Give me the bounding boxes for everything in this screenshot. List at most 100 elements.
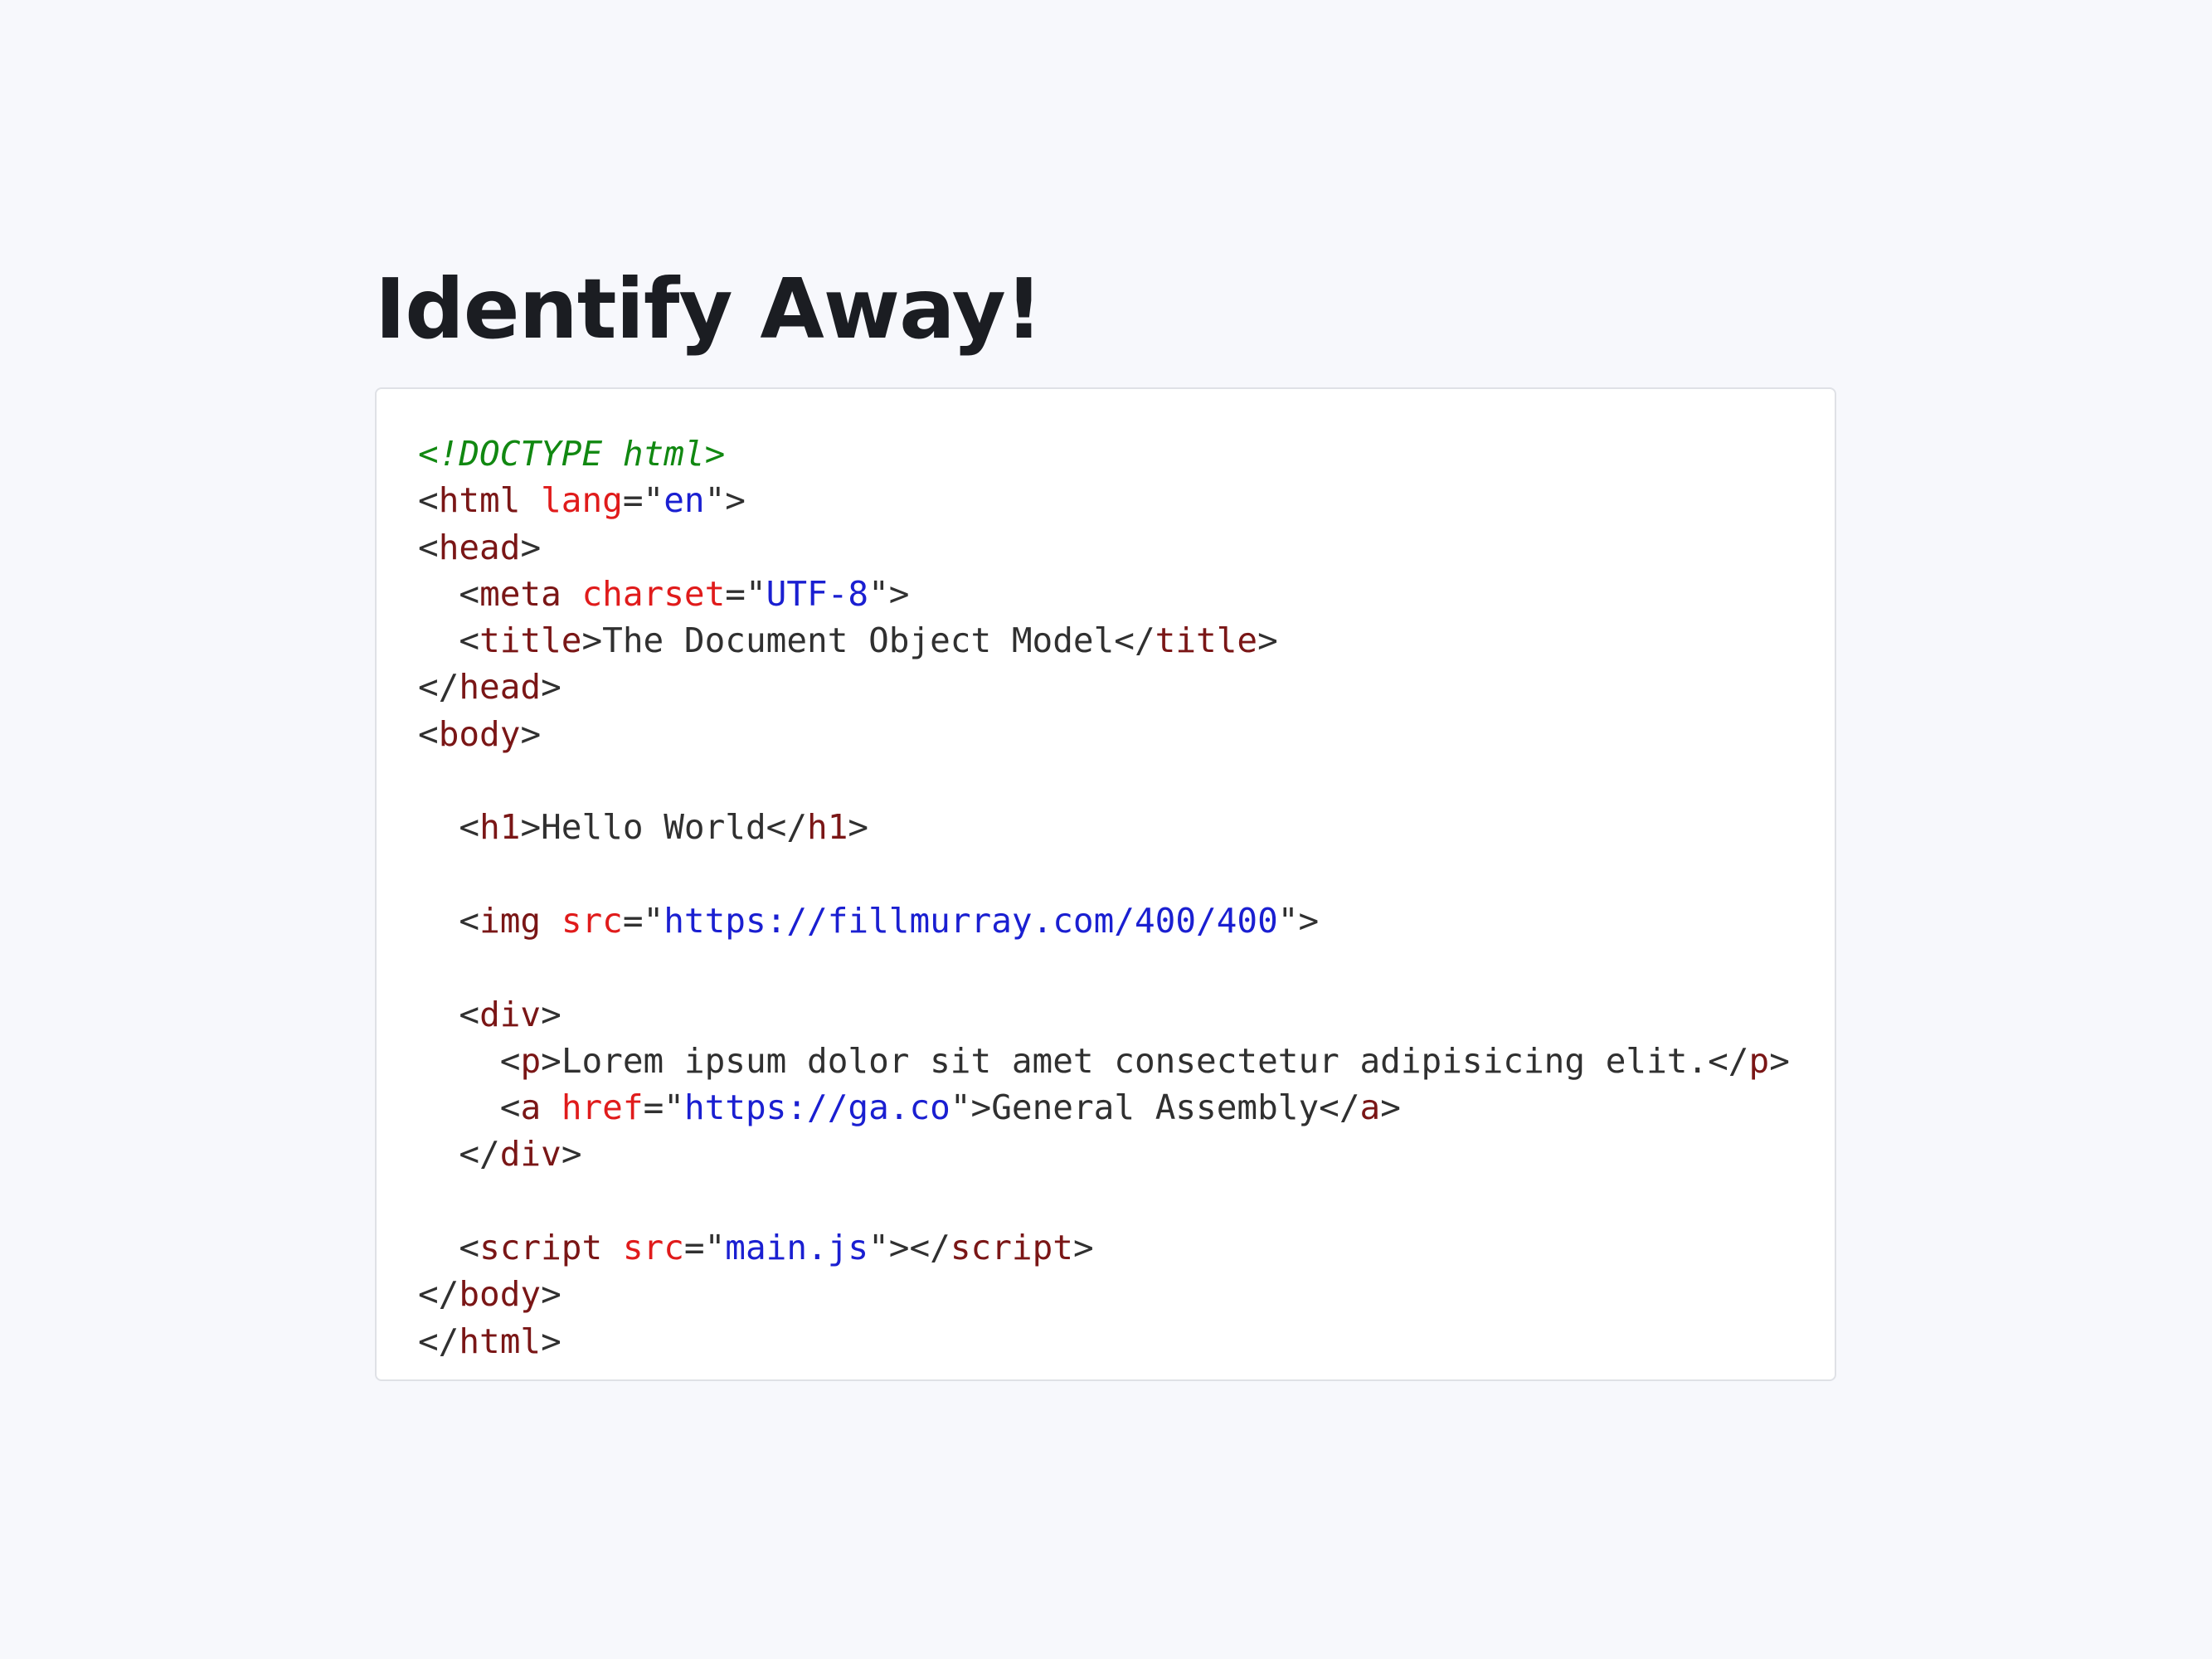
code-line: ​ [418, 1178, 1790, 1224]
text-token: The Document Object Model [602, 620, 1115, 661]
punctuation-token: > [1257, 620, 1278, 661]
code-line: ​ [418, 757, 1790, 804]
tag-name-token: title [479, 620, 582, 661]
attribute-value-token: en [664, 480, 705, 521]
text-token: Hello World [541, 807, 766, 848]
punctuation-token: < [459, 573, 480, 614]
code-line: <body> [418, 711, 1790, 757]
tag-name-token: img [479, 900, 542, 941]
code-line: <html lang="en"> [418, 477, 1790, 523]
tag-name-token: body [459, 1274, 542, 1315]
punctuation-token: =" [683, 1228, 726, 1268]
punctuation-token: > [520, 807, 542, 848]
punctuation-token: < [499, 1040, 521, 1081]
slide-title: Identify Away! [375, 260, 1043, 358]
code-line: </head> [418, 664, 1790, 710]
punctuation-token: > [1072, 1228, 1094, 1268]
punctuation-token: < [459, 807, 480, 848]
tag-name-token: div [499, 1134, 562, 1175]
punctuation-token: "> [950, 1087, 992, 1128]
text-token: Lorem ipsum dolor sit amet consectetur a… [561, 1040, 1709, 1081]
code-line: <title>The Document Object Model</title> [418, 617, 1790, 664]
attribute-name-token: href [561, 1087, 644, 1128]
punctuation-token: < [459, 994, 480, 1034]
attribute-name-token: src [622, 1228, 684, 1268]
punctuation-token: </ [1708, 1040, 1749, 1081]
punctuation-token: > [541, 1040, 562, 1081]
punctuation-token: < [459, 1228, 480, 1268]
punctuation-token: "> [868, 573, 910, 614]
punctuation-token: < [418, 713, 439, 754]
punctuation-token: > [581, 620, 603, 661]
tag-name-token: h1 [807, 807, 848, 848]
punctuation-token: </ [1319, 1087, 1360, 1128]
punctuation-token: </ [459, 1134, 500, 1175]
attribute-name-token: charset [581, 573, 726, 614]
tag-name-token: head [438, 527, 521, 567]
punctuation-token: "> [1277, 900, 1320, 941]
punctuation-token: > [541, 667, 562, 708]
punctuation-token: </ [1114, 620, 1155, 661]
punctuation-token: < [418, 527, 439, 567]
tag-name-token: html [459, 1321, 542, 1361]
punctuation-token: > [541, 994, 562, 1034]
tag-name-token: div [479, 994, 542, 1034]
punctuation-token: "></ [868, 1228, 950, 1268]
text-token: General Assembly [991, 1087, 1320, 1128]
punctuation-token: > [1769, 1040, 1790, 1081]
punctuation-token: < [459, 900, 480, 941]
code-line: </body> [418, 1271, 1790, 1317]
code-line: <p>Lorem ipsum dolor sit amet consectetu… [418, 1038, 1790, 1084]
code-line: <h1>Hello World</h1> [418, 804, 1790, 850]
punctuation-token: </ [418, 667, 459, 708]
punctuation-token: </ [766, 807, 808, 848]
punctuation-token: > [520, 713, 542, 754]
punctuation-token: < [459, 620, 480, 661]
attribute-value-token: UTF-8 [766, 573, 869, 614]
punctuation-token: < [418, 480, 439, 521]
attribute-value-token: https://ga.co [683, 1087, 950, 1128]
code-panel: <!DOCTYPE html> <html lang="en"> <head> <m… [375, 387, 1836, 1381]
code-line: </html> [418, 1318, 1790, 1365]
punctuation-token: =" [725, 573, 766, 614]
code-line: </div> [418, 1131, 1790, 1177]
tag-name-token: html [438, 480, 521, 521]
doctype-token: <!DOCTYPE html> [418, 434, 726, 474]
code-line: ​ [418, 851, 1790, 898]
attribute-value-token: https://fillmurray.com/400/400 [664, 900, 1278, 941]
punctuation-token: > [541, 1274, 562, 1315]
punctuation-token: > [541, 1321, 562, 1361]
attribute-value-token: main.js [725, 1228, 869, 1268]
code-line: <script src="main.js"></script> [418, 1224, 1790, 1271]
punctuation-token: > [1380, 1087, 1401, 1128]
tag-name-token: a [1359, 1087, 1381, 1128]
punctuation-token: =" [622, 900, 664, 941]
punctuation-token: < [499, 1087, 521, 1128]
tag-name-token: meta [479, 573, 562, 614]
code-line: <img src="https://fillmurray.com/400/400… [418, 898, 1790, 944]
attribute-name-token: lang [541, 480, 623, 521]
punctuation-token: "> [704, 480, 746, 521]
tag-name-token: h1 [479, 807, 521, 848]
punctuation-token: </ [418, 1321, 459, 1361]
tag-name-token: p [1748, 1040, 1770, 1081]
code-line: <head> [418, 524, 1790, 571]
code-block: <!DOCTYPE html> <html lang="en"> <head> <m… [418, 431, 1790, 1365]
code-line: <!DOCTYPE html> [418, 431, 1790, 477]
tag-name-token: head [459, 667, 542, 708]
tag-name-token: body [438, 713, 521, 754]
punctuation-token: > [561, 1134, 582, 1175]
